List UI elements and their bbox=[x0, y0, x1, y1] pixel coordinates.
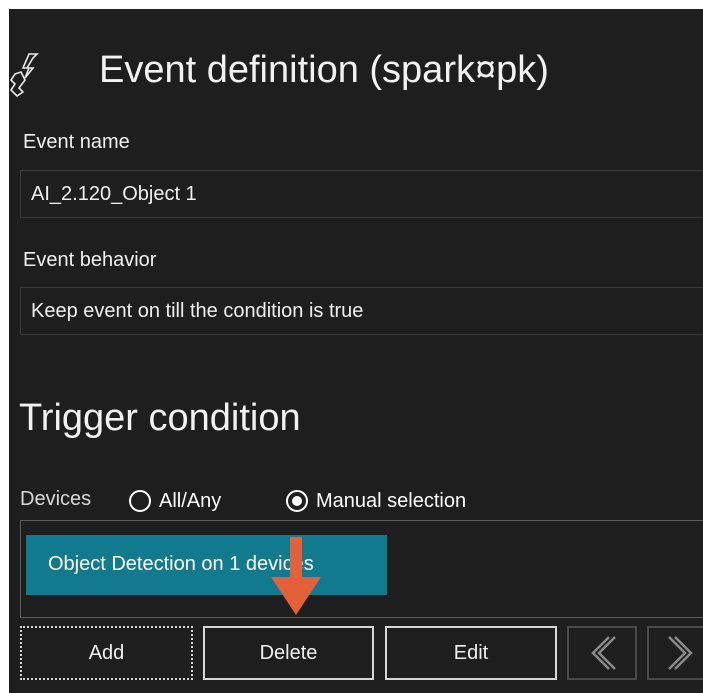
chevron-right-icon bbox=[668, 636, 693, 670]
next-button[interactable] bbox=[647, 626, 703, 680]
devices-row: Devices All/Any Manual selection bbox=[20, 486, 703, 516]
device-list: Object Detection on 1 devices bbox=[20, 520, 703, 618]
chevron-left-icon bbox=[591, 636, 616, 670]
event-name-label: Event name bbox=[23, 131, 130, 153]
radio-circle-all-any bbox=[129, 490, 151, 512]
trigger-condition-title: Trigger condition bbox=[19, 397, 301, 439]
annotation-arrow-down-icon bbox=[271, 537, 321, 615]
radio-circle-manual-selection bbox=[286, 490, 308, 512]
devices-label: Devices bbox=[20, 488, 92, 510]
header: Event definition (spark¤pk) bbox=[9, 37, 703, 107]
delete-button[interactable]: Delete bbox=[203, 626, 374, 680]
edit-button[interactable]: Edit bbox=[385, 626, 557, 680]
event-name-field[interactable]: AI_2.120_Object 1 bbox=[20, 170, 703, 218]
radio-all-any-label: All/Any bbox=[159, 489, 222, 512]
add-button[interactable]: Add bbox=[18, 624, 195, 682]
event-definition-panel: Event definition (spark¤pk) Event name A… bbox=[9, 9, 703, 693]
event-behavior-select[interactable]: Keep event on till the condition is true bbox=[20, 287, 703, 335]
radio-manual-selection[interactable]: Manual selection bbox=[286, 486, 466, 516]
event-behavior-label: Event behavior bbox=[23, 249, 157, 271]
radio-manual-selection-label: Manual selection bbox=[316, 489, 467, 512]
radio-all-any[interactable]: All/Any bbox=[129, 486, 221, 516]
list-item[interactable]: Object Detection on 1 devices bbox=[26, 535, 387, 595]
previous-button[interactable] bbox=[567, 626, 637, 680]
event-lightning-icon bbox=[9, 53, 39, 97]
page-title: Event definition (spark¤pk) bbox=[99, 49, 549, 91]
